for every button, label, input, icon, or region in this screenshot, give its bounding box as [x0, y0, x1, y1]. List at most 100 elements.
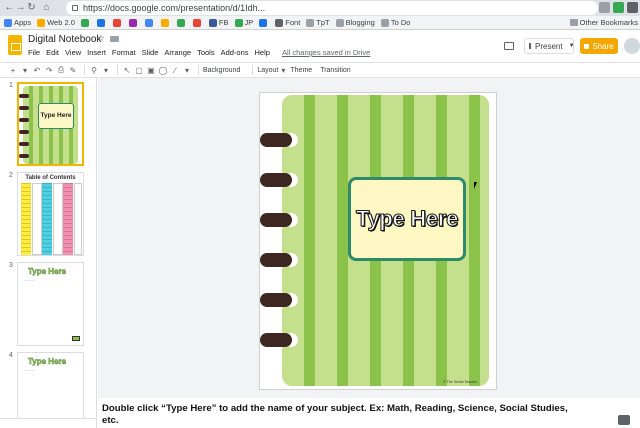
bookmark-item[interactable]: Blogging: [335, 18, 375, 27]
other-bookmarks[interactable]: Other Bookmarks: [569, 18, 638, 27]
back-icon[interactable]: ←: [4, 1, 15, 15]
chevron-down-icon[interactable]: ▾: [20, 66, 30, 75]
bookmark-item[interactable]: [144, 18, 155, 27]
bookmark-icon: [275, 18, 284, 27]
bookmark-icon: [4, 18, 12, 27]
chevron-down-icon[interactable]: ▾: [182, 66, 192, 75]
theme-button[interactable]: Theme: [290, 67, 312, 74]
forward-icon[interactable]: →: [15, 1, 26, 15]
bookmark-item[interactable]: [160, 18, 171, 27]
select-cursor-icon[interactable]: ↖: [122, 66, 132, 75]
reload-icon[interactable]: ↻: [26, 1, 37, 15]
home-icon[interactable]: ⌂: [41, 1, 52, 15]
slide-thumbnail-1[interactable]: Type Here: [17, 82, 84, 166]
bookmark-item[interactable]: [259, 18, 269, 27]
toolbar-divider: [117, 65, 118, 75]
bookmark-item[interactable]: [96, 18, 107, 27]
bookmark-item[interactable]: TpT: [306, 18, 330, 27]
background-button[interactable]: Background: [203, 67, 240, 74]
title-text-box[interactable]: Type Here: [348, 177, 466, 261]
bookmark-icon: [176, 18, 185, 27]
bookmark-icon: [144, 18, 153, 27]
bookmark-icon: [128, 18, 137, 27]
bookmark-label: Blogging: [345, 18, 375, 27]
undo-icon[interactable]: ↶: [32, 66, 42, 75]
chevron-down-icon[interactable]: ▾: [278, 66, 288, 75]
star-icon[interactable]: ☆: [97, 33, 105, 44]
paint-format-icon[interactable]: ✎: [68, 66, 78, 75]
share-button[interactable]: Share: [580, 38, 618, 54]
text-box-icon[interactable]: ▢: [134, 66, 144, 75]
bookmark-icon: [80, 18, 89, 27]
print-icon[interactable]: ⎙: [56, 65, 66, 75]
menu-format[interactable]: Format: [112, 48, 136, 57]
menu-edit[interactable]: Edit: [46, 48, 59, 57]
extension-icons: [599, 2, 638, 13]
thumb-tab: [72, 336, 80, 341]
address-bar[interactable]: https://docs.google.com/presentation/d/1…: [66, 1, 598, 15]
binder-ring: [260, 333, 292, 347]
bookmark-label: To Do: [390, 18, 411, 27]
toolbar-divider: [252, 65, 254, 75]
comment-icon[interactable]: [504, 42, 514, 50]
menu-help[interactable]: Help: [255, 48, 270, 57]
notebook-cover[interactable]: Type Here © The Techie Teacher: [282, 95, 489, 386]
bookmark-item[interactable]: To Do: [380, 18, 411, 27]
slides-logo[interactable]: [8, 35, 22, 55]
slide-thumbnail-2[interactable]: Table of Contents: [17, 172, 84, 256]
bookmark-item[interactable]: FB: [208, 18, 229, 27]
filmstrip-footer: [0, 418, 96, 428]
bookmark-item[interactable]: [112, 18, 123, 27]
menu-slide[interactable]: Slide: [142, 48, 159, 57]
bookmark-item[interactable]: [128, 18, 139, 27]
chevron-down-icon[interactable]: ▼: [569, 43, 575, 49]
binder-ring: [19, 106, 29, 110]
thumb-heading: Type Here: [28, 357, 67, 366]
menu-arrange[interactable]: Arrange: [164, 48, 191, 57]
add-slide-icon[interactable]: +: [8, 66, 18, 75]
binder-ring: [260, 293, 292, 307]
layout-button[interactable]: Layout: [257, 67, 278, 74]
menu-insert[interactable]: Insert: [87, 48, 106, 57]
image-icon[interactable]: ▣: [146, 66, 156, 75]
redo-icon[interactable]: ↷: [44, 66, 54, 75]
extension-icon[interactable]: [613, 2, 624, 13]
bookmark-item[interactable]: [80, 18, 91, 27]
current-slide[interactable]: Type Here © The Techie Teacher: [260, 93, 496, 389]
menu-file[interactable]: File: [28, 48, 40, 57]
menu-tools[interactable]: Tools: [197, 48, 215, 57]
menu-add-ons[interactable]: Add-ons: [221, 48, 249, 57]
zoom-icon[interactable]: ⚲: [89, 66, 99, 75]
transition-button[interactable]: Transition: [320, 67, 350, 74]
present-icon: [529, 43, 531, 49]
lock-icon: [584, 43, 590, 49]
thumb-label: Type Here: [38, 103, 74, 129]
avatar[interactable]: [624, 38, 640, 54]
thumb-heading: Type Here: [28, 267, 67, 276]
other-bookmarks-label: Other Bookmarks: [579, 18, 638, 27]
bookmark-item[interactable]: JP: [234, 18, 253, 27]
bookmark-icon: [160, 18, 169, 27]
extension-icon[interactable]: [599, 2, 610, 13]
bookmark-item[interactable]: Font: [275, 18, 300, 27]
bookmark-item[interactable]: [176, 18, 187, 27]
shape-icon[interactable]: ◯: [158, 66, 168, 75]
slide-thumbnail-3[interactable]: Type Here — — —: [17, 262, 84, 346]
saved-status[interactable]: All changes saved in Drive: [282, 48, 370, 57]
explore-icon[interactable]: [618, 415, 630, 425]
chevron-down-icon[interactable]: ▾: [101, 66, 111, 75]
menu-icon[interactable]: [627, 2, 638, 13]
bookmark-label: Apps: [14, 18, 32, 27]
bookmark-item[interactable]: Web 2.0: [37, 18, 75, 27]
slide-thumbnail-4[interactable]: Type Here — — —: [17, 352, 84, 428]
folder-icon[interactable]: [110, 36, 119, 42]
line-icon[interactable]: ∕: [170, 66, 180, 75]
bookmark-item[interactable]: [192, 18, 203, 27]
instruction-caption: Double click “Type Here” to add the name…: [102, 403, 568, 426]
document-title[interactable]: Digital Notebook: [28, 34, 101, 45]
slide-filmstrip: 1 Type Here 2 Table of Contents 3 Type H…: [0, 78, 97, 428]
present-button[interactable]: Present ▼: [524, 38, 575, 54]
menu-view[interactable]: View: [65, 48, 81, 57]
bookmark-item[interactable]: Apps: [4, 18, 31, 27]
title-text[interactable]: Type Here: [355, 205, 458, 232]
